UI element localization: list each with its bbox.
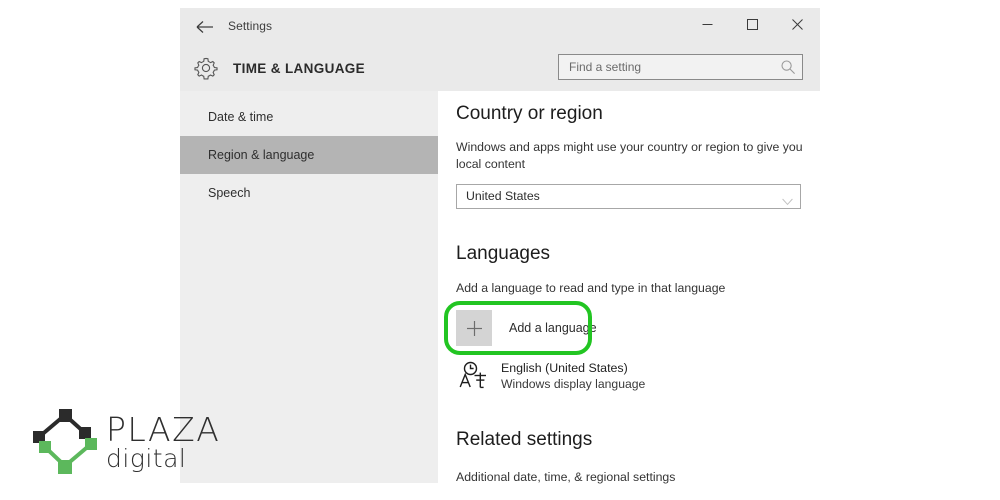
content-panel: Country or region Windows and apps might… bbox=[438, 91, 820, 500]
language-subtitle: Windows display language bbox=[501, 376, 646, 391]
gear-icon bbox=[192, 54, 220, 82]
country-heading: Country or region bbox=[456, 103, 603, 124]
languages-description: Add a language to read and type in that … bbox=[456, 281, 726, 295]
logo-mark-icon bbox=[26, 404, 104, 482]
country-selected-value: United States bbox=[466, 189, 540, 203]
sidebar-item-date-time[interactable]: Date & time bbox=[180, 98, 438, 136]
plaza-digital-logo: PLAZA digital bbox=[26, 404, 219, 484]
related-link-additional-settings[interactable]: Additional date, time, & regional settin… bbox=[456, 469, 804, 486]
add-a-language-button[interactable]: Add a language bbox=[456, 308, 597, 348]
search-box[interactable] bbox=[558, 54, 803, 80]
sidebar-item-region-language[interactable]: Region & language bbox=[180, 136, 438, 174]
language-texts: English (United States) Windows display … bbox=[501, 360, 645, 392]
search-icon[interactable] bbox=[780, 59, 796, 75]
settings-window: Settings TIME & LANGUAGE Find a setting … bbox=[180, 8, 820, 500]
add-a-language-label: Add a language bbox=[509, 321, 597, 335]
minimize-button[interactable] bbox=[685, 8, 730, 40]
page-title: TIME & LANGUAGE bbox=[233, 61, 365, 76]
list-item[interactable]: English (United States) Windows display … bbox=[456, 359, 645, 392]
header-bar: TIME & LANGUAGE bbox=[180, 46, 820, 91]
maximize-button[interactable] bbox=[730, 8, 775, 40]
close-button[interactable] bbox=[775, 8, 820, 40]
related-heading: Related settings bbox=[456, 429, 593, 450]
sidebar-item-label: Date & time bbox=[208, 110, 274, 124]
country-description: Windows and apps might use your country … bbox=[456, 140, 803, 171]
language-icon bbox=[456, 359, 489, 392]
sidebar-item-label: Region & language bbox=[208, 148, 315, 162]
plus-icon bbox=[456, 310, 492, 346]
sidebar-item-label: Speech bbox=[208, 186, 251, 200]
window-controls bbox=[685, 8, 820, 40]
logo-secondary-text: digital bbox=[106, 444, 187, 473]
title-bar: Settings bbox=[180, 8, 820, 46]
sidebar-item-speech[interactable]: Speech bbox=[180, 174, 438, 212]
window-title: Settings bbox=[228, 19, 273, 33]
logo-primary-text: PLAZA bbox=[106, 410, 221, 449]
languages-heading: Languages bbox=[456, 243, 551, 264]
language-name: English (United States) bbox=[501, 360, 628, 375]
logo-text: PLAZA digital bbox=[106, 410, 221, 473]
back-button[interactable] bbox=[192, 16, 218, 38]
search-input[interactable] bbox=[559, 55, 774, 79]
country-dropdown[interactable]: United States bbox=[456, 184, 801, 209]
chevron-down-icon bbox=[782, 193, 793, 206]
